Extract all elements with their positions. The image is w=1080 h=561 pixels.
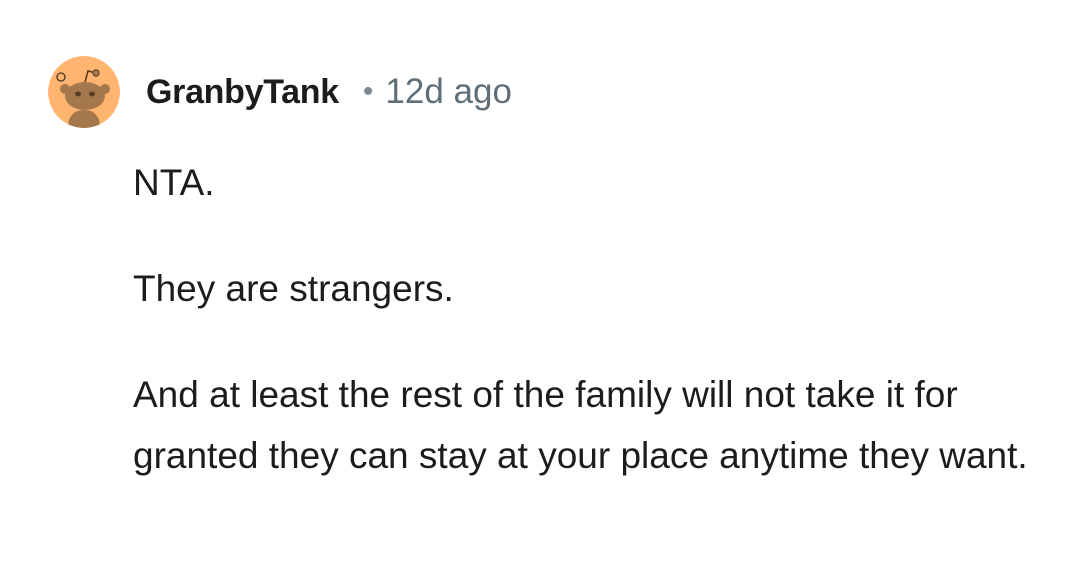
comment-paragraph: NTA. (133, 162, 215, 203)
comment-paragraph: And at least the rest of the family will… (133, 374, 1028, 476)
comment-paragraph: They are strangers. (133, 268, 454, 309)
avatar[interactable] (48, 56, 120, 128)
username[interactable]: GranbyTank (146, 73, 339, 112)
comment-body: NTA. They are strangers. And at least th… (133, 152, 1043, 486)
reddit-snoo-avatar-icon (48, 56, 120, 128)
meta-separator: • (362, 75, 374, 108)
comment-header: GranbyTank • 12d ago (48, 56, 512, 128)
comment: GranbyTank • 12d ago NTA. They are stran… (0, 0, 1080, 561)
timestamp[interactable]: 12d ago (385, 72, 512, 112)
